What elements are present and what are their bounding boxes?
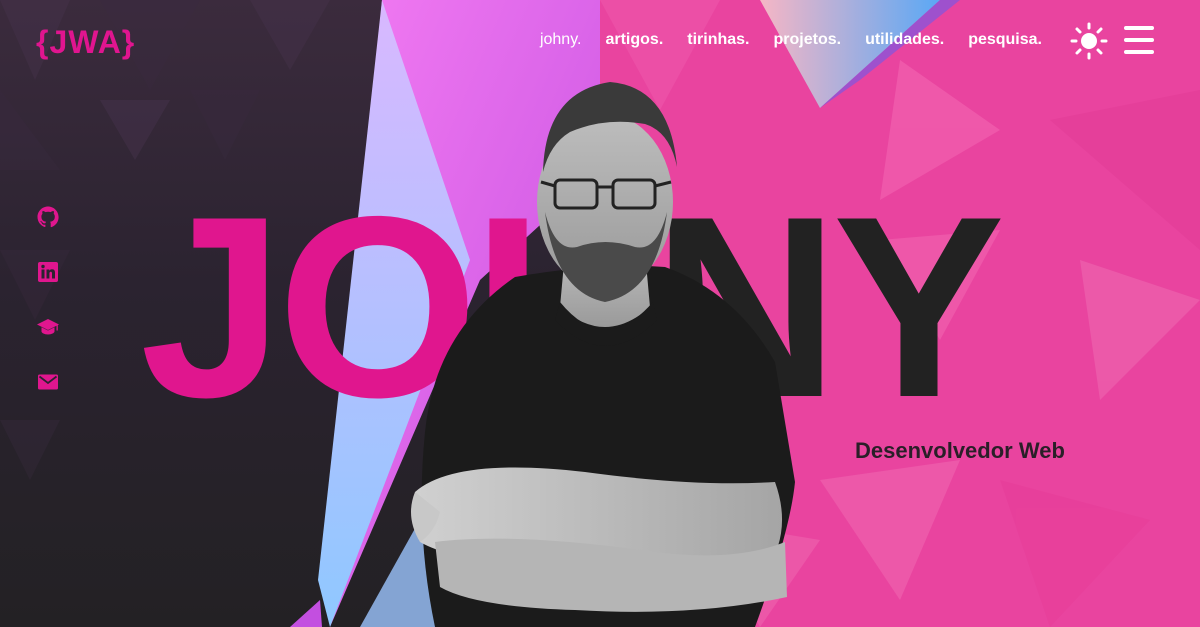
nav-item-tirinhas[interactable]: tirinhas.	[687, 31, 749, 49]
hamburger-menu-button[interactable]	[1124, 26, 1154, 54]
portrait-photo	[411, 82, 795, 627]
nav-item-artigos[interactable]: artigos.	[605, 31, 663, 49]
nav-item-projetos[interactable]: projetos.	[774, 31, 842, 49]
social-links	[36, 205, 60, 394]
github-icon[interactable]	[36, 205, 60, 229]
site-logo[interactable]: {JWA}	[36, 24, 135, 61]
nav-item-johny[interactable]: johny.	[540, 31, 582, 49]
nav-item-pesquisa[interactable]: pesquisa.	[968, 31, 1042, 49]
linkedin-icon[interactable]	[36, 260, 60, 284]
hamburger-icon-bar	[1124, 38, 1154, 42]
nav-item-utilidades[interactable]: utilidades.	[865, 31, 944, 49]
email-icon[interactable]	[36, 370, 60, 394]
hero-role: Desenvolvedor Web	[855, 438, 1065, 463]
hamburger-icon-bar	[1124, 50, 1154, 54]
graduation-cap-icon[interactable]	[36, 315, 60, 339]
hamburger-icon-bar	[1124, 26, 1154, 30]
main-navigation: johny. artigos. tirinhas. projetos. util…	[540, 31, 1042, 49]
sun-icon[interactable]	[1070, 22, 1108, 60]
